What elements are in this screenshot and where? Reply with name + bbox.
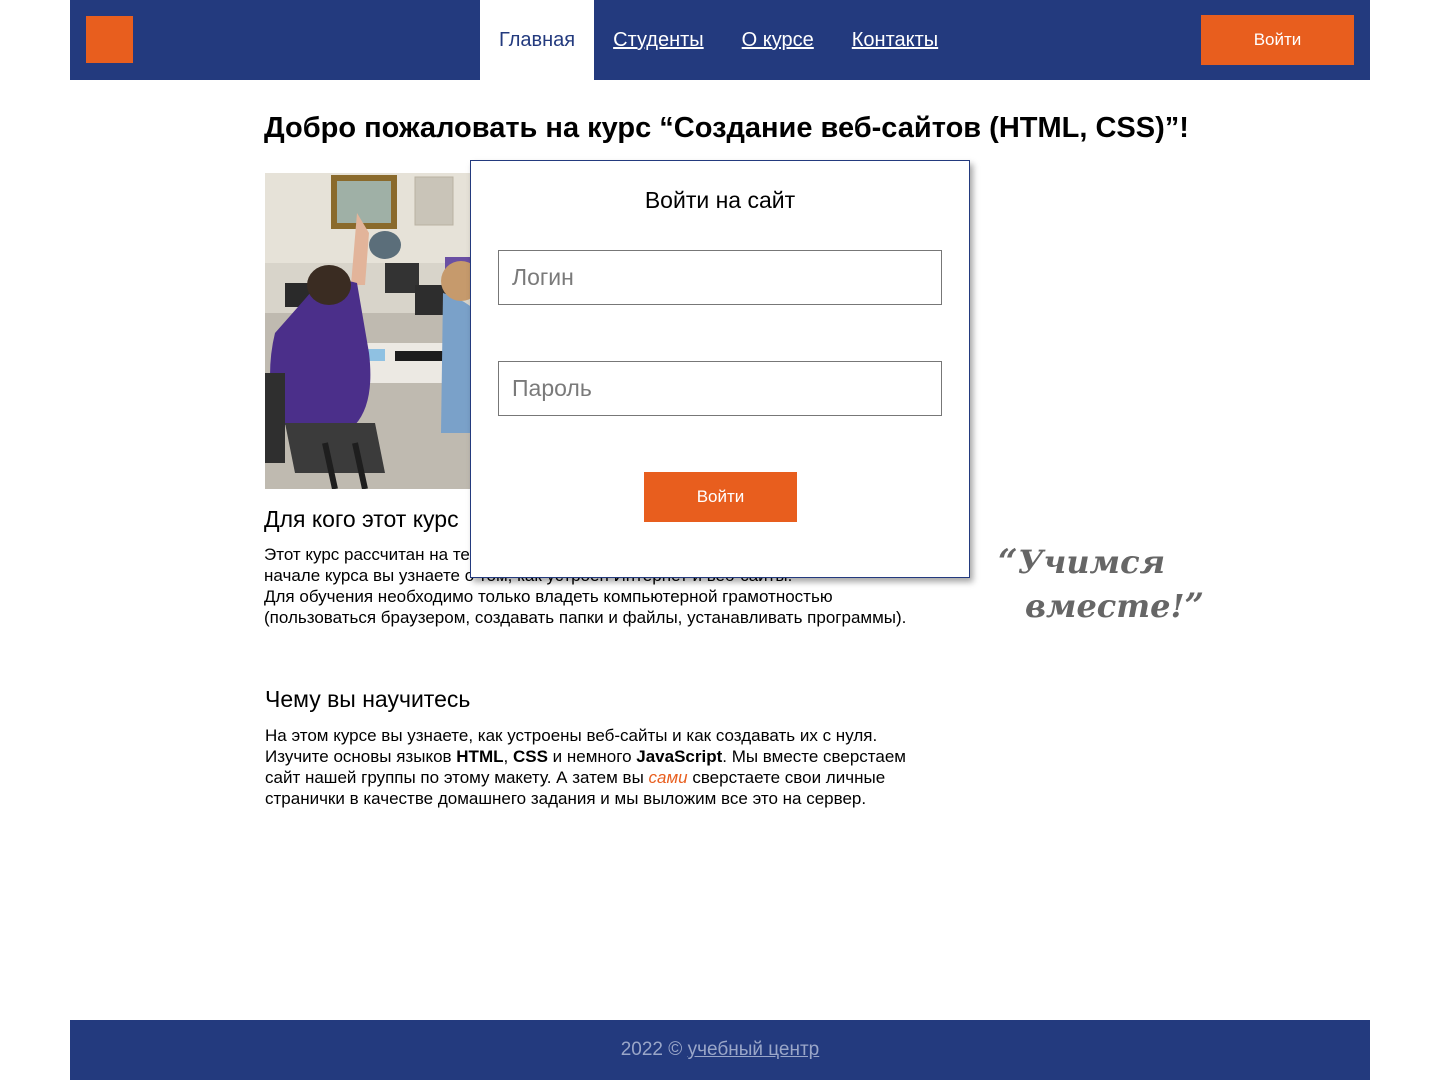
audience-paragraph-2: Для обучения необходимо только владеть к… [264, 587, 907, 627]
nav-item-contacts[interactable]: Контакты [833, 0, 957, 80]
modal-login-button[interactable]: Войти [644, 472, 797, 522]
keyword-css: CSS [512, 747, 548, 766]
quote-open-mark: “ [998, 542, 1018, 582]
keyword-html: HTML [456, 747, 504, 766]
keyword-javascript: JavaScript [636, 747, 723, 766]
motto-quote: “Учимся вместе!” [998, 540, 1204, 628]
footer-link[interactable]: учебный центр [688, 1039, 820, 1060]
classroom-photo [265, 173, 485, 489]
nav-item-home[interactable]: Главная [480, 0, 595, 80]
login-input[interactable] [498, 250, 942, 305]
quote-line-1: Учимся [1017, 543, 1166, 581]
outcomes-text-part: и немного [547, 747, 637, 766]
outcomes-text-part: , [503, 747, 513, 766]
outcomes-text: На этом курсе вы узнаете, как устроены в… [265, 725, 915, 809]
page-title: Добро пожаловать на курс “Создание веб-с… [264, 112, 1189, 144]
section-heading-outcomes: Чему вы научитесь [265, 686, 471, 712]
header-login-button[interactable]: Войти [1201, 15, 1354, 65]
nav-item-about[interactable]: О курсе [723, 0, 833, 80]
quote-line-2: вместе! [1025, 587, 1185, 625]
site-footer: 2022 © учебный центр [70, 1020, 1370, 1080]
login-modal: Войти на сайт Войти [470, 160, 970, 578]
section-heading-audience: Для кого этот курс [264, 506, 459, 532]
site-header: Главная Студенты О курсе Контакты Войти [70, 0, 1370, 80]
main-nav: Главная Студенты О курсе Контакты [480, 0, 957, 80]
logo[interactable] [86, 16, 133, 63]
nav-item-students[interactable]: Студенты [594, 0, 723, 80]
emphasis-sami: сами [648, 768, 688, 787]
footer-copyright: 2022 © [620, 1039, 688, 1060]
modal-title: Войти на сайт [644, 187, 796, 213]
quote-close-mark: ” [1184, 586, 1205, 626]
password-input[interactable] [498, 361, 942, 416]
